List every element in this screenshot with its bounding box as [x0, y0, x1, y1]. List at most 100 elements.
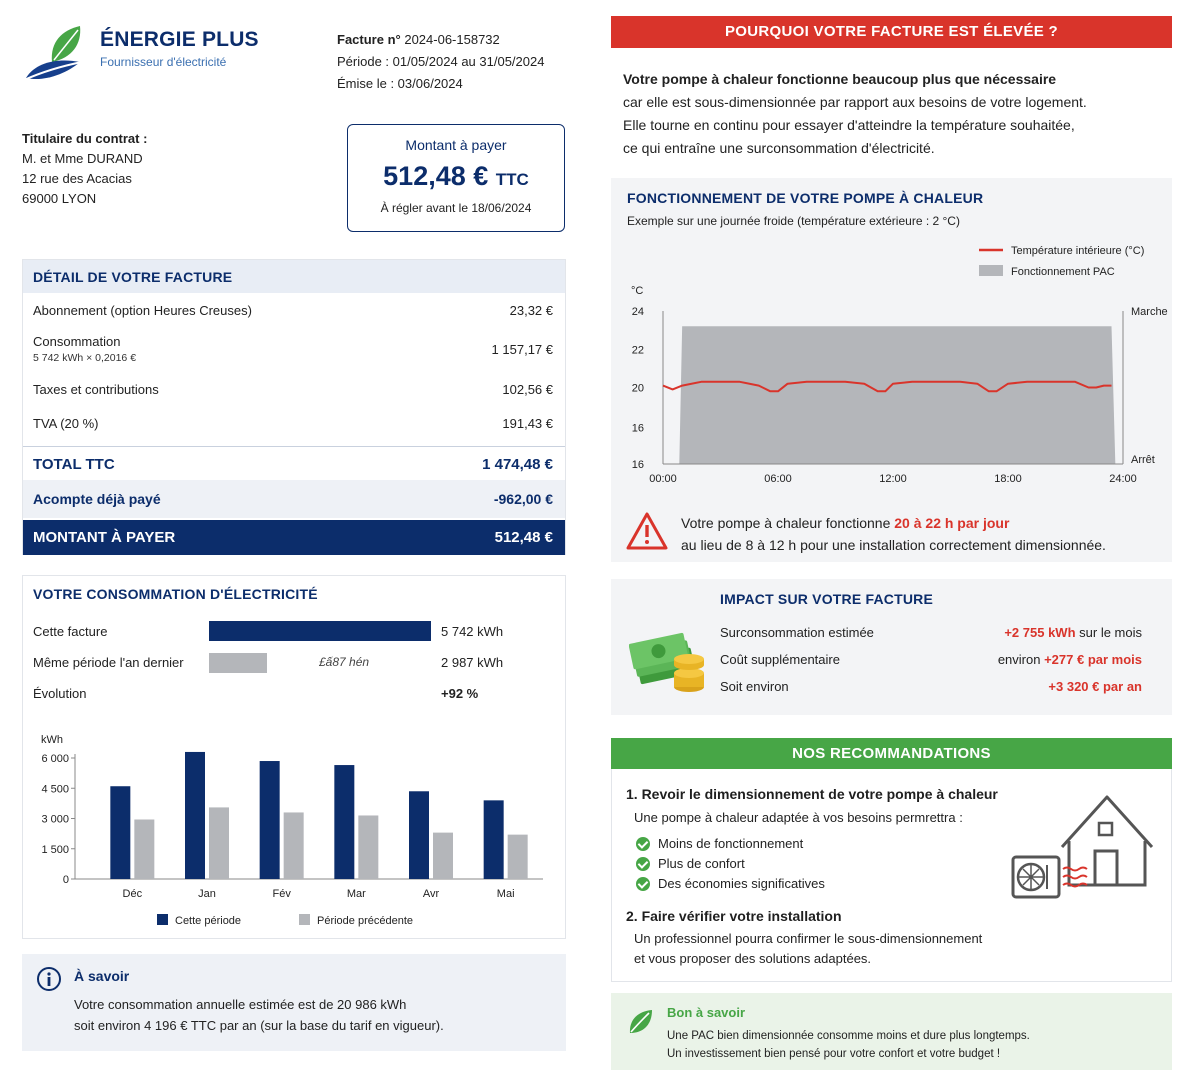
amount-due-date: À régler avant le 18/06/2024 [380, 201, 532, 215]
warning-prefix: Votre pompe à chaleur fonctionne [681, 515, 891, 531]
x-tick-label: 00:00 [649, 473, 677, 485]
consumption-current-label: Cette facture [33, 624, 108, 639]
consumption-title: VOTRE CONSOMMATION D'ÉLECTRICITÉ [33, 586, 318, 602]
invoice-detail-panel: DÉTAIL DE VOTRE FACTURE Abonnement (opti… [22, 259, 566, 555]
money-icon [629, 632, 704, 692]
consumption-previous-bar [209, 653, 267, 673]
right-axis-top-label: Marche [1131, 306, 1168, 318]
bar [433, 832, 453, 879]
y-tick-label: 1 500 [41, 844, 69, 856]
brand-subtitle: Fournisseur d'électricité [100, 55, 227, 69]
contract-holder: Titulaire du contrat : M. et Mme DURAND … [22, 129, 147, 209]
brand-logo [23, 26, 83, 81]
detail-row-value: 191,43 € [502, 416, 553, 431]
y-tick-label: 20 [632, 383, 644, 395]
consumption-previous-bar-text: £ấ87 hén [319, 655, 370, 669]
x-tick-label: Mar [347, 888, 366, 900]
check-circle-icon [636, 857, 650, 871]
info-title: À savoir [74, 968, 130, 984]
consumption-panel: VOTRE CONSOMMATION D'ÉLECTRICITÉ Cette f… [22, 575, 566, 939]
detail-row: TVA (20 %) 191,43 € [33, 416, 553, 431]
amount-due-number: 512,48 € [383, 161, 489, 191]
bar [358, 815, 379, 879]
x-tick-label: Fév [272, 888, 291, 900]
legend-swatch [299, 914, 310, 925]
bar [334, 765, 355, 879]
impact-row-highlight: +277 € par mois [1044, 652, 1142, 667]
y-tick-label: 16 [632, 459, 644, 471]
x-tick-label: 18:00 [994, 473, 1022, 485]
why-line-4: ce qui entraîne une surconsommation d'él… [623, 140, 935, 156]
impact-title: IMPACT SUR VOTRE FACTURE [720, 591, 933, 607]
consumption-previous-label: Même période l'an dernier [33, 655, 184, 670]
total-ttc-label: TOTAL TTC [33, 456, 115, 473]
heat-pump-operation-panel: °C 16 16 20 22 24 00:00 06:00 12:00 18:00 24:00 Mar… [611, 178, 1172, 562]
bill-impact-panel: IMPACT SUR VOTRE FACTURE Surconsommation… [611, 579, 1172, 715]
amount-due-box: Montant à payer 512,48 € TTC À régler av… [347, 124, 565, 232]
x-tick-label: Mai [497, 888, 515, 900]
legend-swatch [979, 265, 1003, 276]
brand-name: ÉNERGIE PLUS [100, 28, 259, 51]
amount-to-pay-row: MONTANT À PAYER 512,48 € [23, 520, 565, 555]
deposit-label: Acompte déjà payé [33, 491, 161, 507]
bar [209, 807, 229, 879]
deposit-value: -962,00 € [493, 491, 553, 507]
why-line-3: Elle tourne en continu pour essayer d'at… [623, 117, 1075, 133]
detail-row: Taxes et contributions 102,56 € [33, 382, 553, 397]
detail-row: Abonnement (option Heures Creuses) 23,32… [33, 303, 553, 318]
bar [507, 834, 528, 879]
x-tick-label: Déc [123, 888, 143, 900]
info-body: Votre consommation annuelle estimée est … [74, 994, 444, 1036]
y-tick-label: 24 [632, 306, 644, 318]
legend-label: Cette période [175, 915, 241, 927]
amount-to-pay-value: 512,48 € [494, 529, 553, 546]
why-banner: POURQUOI VOTRE FACTURE EST ÉLEVÉE ? [611, 16, 1172, 48]
impact-row-value: +2 755 kWh sur le mois [1004, 625, 1142, 640]
reco-check-label: Moins de fonctionnement [658, 836, 804, 851]
detail-row-value: 1 157,17 € [491, 342, 553, 357]
legend-label: Température intérieure (°C) [1011, 245, 1144, 257]
heat-pump-subtitle: Exemple sur une journée froide (températ… [627, 214, 960, 228]
info-icon [37, 967, 61, 991]
detail-row-sub: 5 742 kWh × 0,2016 € [33, 352, 137, 364]
y-axis-label: °C [631, 285, 643, 297]
amount-due-ttc: TTC [495, 170, 529, 189]
invoice-meta: Facture n° 2024-06-158732 Période : 01/0… [337, 29, 544, 95]
amount-to-pay-label: MONTANT À PAYER [33, 529, 176, 546]
good-to-know-line-2: Un investissement bien pensé pour votre … [667, 1048, 1001, 1060]
info-line-1: Votre consommation annuelle estimée est … [74, 997, 407, 1012]
check-circle-icon [636, 877, 650, 891]
x-tick-label: 24:00 [1109, 473, 1137, 485]
impact-row-label: Coût supplémentaire [720, 652, 840, 667]
bar [110, 786, 131, 879]
bar [483, 800, 504, 879]
detail-row-label: Taxes et contributions [33, 382, 159, 397]
deposit-row: Acompte déjà payé -962,00 € [23, 480, 565, 518]
y-tick-label: 4 500 [41, 783, 69, 795]
warning-text: Votre pompe à chaleur fonctionne 20 à 22… [681, 512, 1106, 556]
reco-check-label: Plus de confort [658, 856, 745, 871]
monthly-consumption-chart: kWh 0 1 500 3 000 4 500 6 000 Déc Jan Fév Mar Avr M… [41, 734, 543, 927]
warning-line-2: au lieu de 8 à 12 h pour une installatio… [681, 537, 1106, 553]
detail-title: DÉTAIL DE VOTRE FACTURE [33, 269, 233, 285]
impact-row-post: sur le mois [1075, 625, 1142, 640]
y-tick-label: 3 000 [41, 814, 69, 826]
x-tick-label: 12:00 [879, 473, 907, 485]
legend-swatch [157, 914, 168, 925]
right-axis-bottom-label: Arrêt [1131, 454, 1155, 466]
why-lead: Votre pompe à chaleur fonctionne beaucou… [623, 71, 1057, 87]
heat-pump-on-area [679, 326, 1116, 464]
invoice-issued: Émise le : 03/06/2024 [337, 76, 463, 91]
bar [134, 819, 155, 879]
consumption-previous-value: 2 987 kWh [441, 655, 504, 670]
consumption-current-value: 5 742 kWh [441, 624, 504, 639]
amount-due-value: 512,48 € TTC [348, 161, 564, 192]
why-explanation: Votre pompe à chaleur fonctionne beaucou… [623, 68, 1168, 160]
good-to-know-body: Une PAC bien dimensionnée consomme moins… [667, 1027, 1030, 1063]
impact-row-value: +3 320 € par an [1048, 679, 1142, 694]
y-tick-label: 22 [632, 344, 644, 356]
y-axis-label: kWh [41, 734, 63, 746]
impact-row-value: environ +277 € par mois [998, 652, 1142, 667]
holder-address-2: 69000 LYON [22, 191, 97, 206]
invoice-number-label: Facture n° [337, 32, 401, 47]
